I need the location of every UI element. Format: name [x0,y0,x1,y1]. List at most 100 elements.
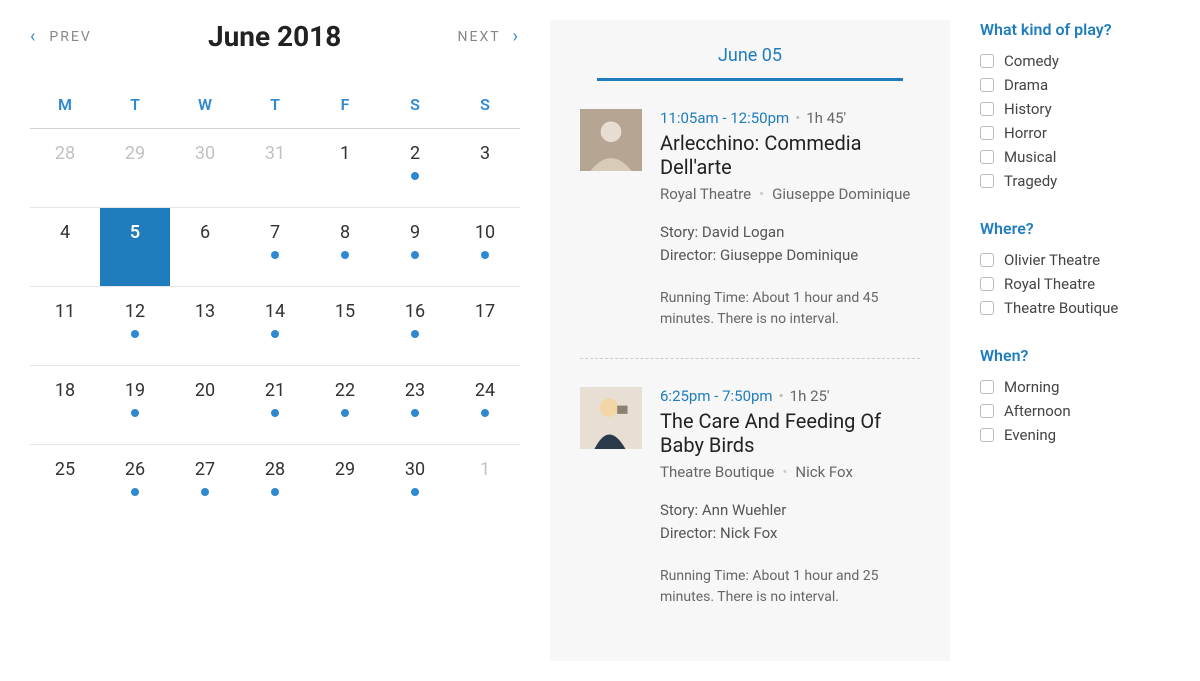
calendar-day[interactable]: 5 [100,208,170,286]
calendar-day[interactable]: 1 [310,129,380,207]
filter-option-label: Royal Theatre [1004,275,1095,293]
calendar-day[interactable]: 4 [30,208,100,286]
calendar-day[interactable]: 12 [100,287,170,365]
event-dot-icon [411,251,419,259]
calendar-day[interactable]: 3 [450,129,520,207]
event-thumbnail [580,387,642,449]
next-month-button[interactable]: NEXT › [458,26,520,47]
checkbox-icon [980,277,994,291]
event-credits: Story: Ann WuehlerDirector: Nick Fox [660,499,920,544]
day-number: 23 [405,380,425,401]
calendar-day[interactable]: 23 [380,366,450,444]
day-number: 30 [195,143,215,164]
event-time: 11:05am - 12:50pm•1h 45' [660,109,920,127]
calendar-day[interactable]: 7 [240,208,310,286]
events-date-heading: June 05 [597,45,903,81]
filter-title-where: Where? [980,219,1170,238]
calendar-day[interactable]: 10 [450,208,520,286]
event-title: The Care And Feeding Of Baby Birds [660,409,920,457]
event-thumbnail [580,109,642,171]
filter-option-kind[interactable]: Tragedy [980,169,1170,193]
calendar-day[interactable]: 16 [380,287,450,365]
calendar-day[interactable]: 14 [240,287,310,365]
chevron-left-icon: ‹ [30,26,37,47]
checkbox-icon [980,301,994,315]
filter-option-where[interactable]: Royal Theatre [980,272,1170,296]
weekday-head: F [310,83,380,128]
event-item[interactable]: 6:25pm - 7:50pm•1h 25'The Care And Feedi… [580,358,920,636]
filter-option-where[interactable]: Olivier Theatre [980,248,1170,272]
checkbox-icon [980,150,994,164]
filter-title-when: When? [980,346,1170,365]
event-item[interactable]: 11:05am - 12:50pm•1h 45' Arlecchino: Comm… [580,101,920,358]
calendar-day[interactable]: 11 [30,287,100,365]
calendar-day[interactable]: 24 [450,366,520,444]
event-dot-icon [201,488,209,496]
event-meta: Royal Theatre•Giuseppe Dominique [660,185,920,203]
day-number: 16 [405,301,425,322]
day-number: 3 [480,143,490,164]
calendar-day[interactable]: 27 [170,445,240,523]
filter-option-label: History [1004,100,1052,118]
event-dot-icon [341,409,349,417]
calendar-day[interactable]: 22 [310,366,380,444]
checkbox-icon [980,380,994,394]
filter-option-when[interactable]: Morning [980,375,1170,399]
calendar-day[interactable]: 26 [100,445,170,523]
weekday-head: M [30,83,100,128]
event-dot-icon [411,488,419,496]
calendar-day[interactable]: 15 [310,287,380,365]
calendar-day[interactable]: 30 [380,445,450,523]
calendar-day[interactable]: 17 [450,287,520,365]
calendar-day[interactable]: 29 [100,129,170,207]
calendar-day[interactable]: 21 [240,366,310,444]
event-dot-icon [411,409,419,417]
prev-month-button[interactable]: ‹ PREV [30,26,92,47]
calendar-day[interactable]: 30 [170,129,240,207]
day-number: 24 [475,380,495,401]
filter-option-when[interactable]: Afternoon [980,399,1170,423]
calendar-day[interactable]: 31 [240,129,310,207]
filter-option-kind[interactable]: Comedy [980,49,1170,73]
event-dot-icon [131,488,139,496]
filter-option-where[interactable]: Theatre Boutique [980,296,1170,320]
weekday-head: W [170,83,240,128]
day-number: 15 [335,301,355,322]
day-number: 1 [480,459,490,480]
event-body: 11:05am - 12:50pm•1h 45' Arlecchino: Comm… [660,109,920,330]
filter-option-kind[interactable]: Musical [980,145,1170,169]
day-number: 22 [335,380,355,401]
calendar-day[interactable]: 8 [310,208,380,286]
calendar-week-row: 11121314 15 16 17 [30,287,520,366]
day-number: 26 [125,459,145,480]
filter-option-label: Theatre Boutique [1004,299,1118,317]
day-number: 19 [125,380,145,401]
filter-option-label: Afternoon [1004,402,1071,420]
day-number: 28 [55,143,75,164]
event-dot-icon [271,251,279,259]
day-number: 28 [265,459,285,480]
weekday-header-row: MTWTFSS [30,83,520,129]
calendar-day[interactable]: 28 [30,129,100,207]
calendar-title: June 2018 [208,20,341,53]
filter-option-kind[interactable]: History [980,97,1170,121]
calendar-day[interactable]: 28 [240,445,310,523]
calendar-day[interactable]: 13 [170,287,240,365]
calendar-day[interactable]: 6 [170,208,240,286]
calendar-day[interactable]: 2 [380,129,450,207]
calendar-day[interactable]: 18 [30,366,100,444]
filter-option-when[interactable]: Evening [980,423,1170,447]
filter-option-kind[interactable]: Horror [980,121,1170,145]
event-title: Arlecchino: Commedia Dell'arte [660,131,920,179]
calendar-day[interactable]: 19 [100,366,170,444]
filter-title-kind: What kind of play? [980,20,1170,39]
calendar-day[interactable]: 1 [450,445,520,523]
calendar-day[interactable]: 20 [170,366,240,444]
day-number: 21 [265,380,285,401]
filter-option-kind[interactable]: Drama [980,73,1170,97]
calendar-day[interactable]: 25 [30,445,100,523]
calendar-day[interactable]: 9 [380,208,450,286]
event-running-time: Running Time: About 1 hour and 25 minute… [660,566,920,608]
filter-option-label: Horror [1004,124,1047,142]
calendar-day[interactable]: 29 [310,445,380,523]
